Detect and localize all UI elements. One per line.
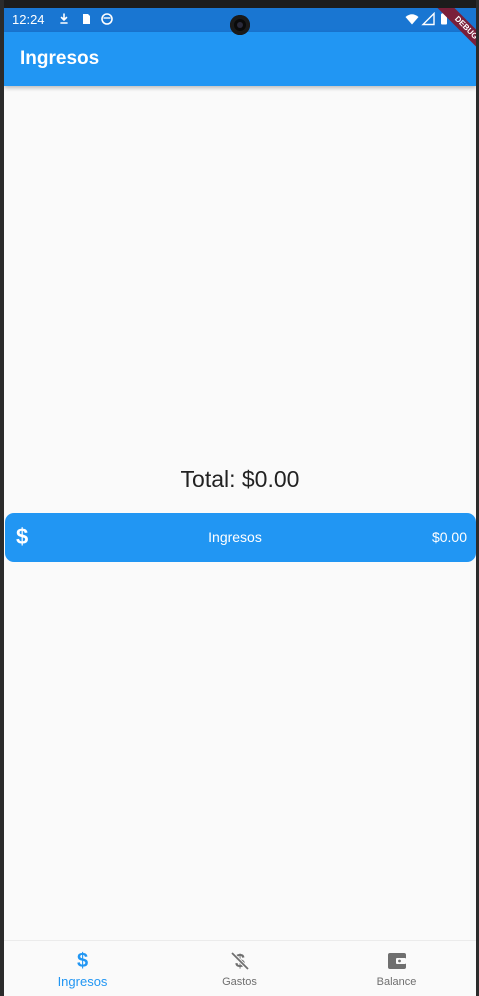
top-bezel — [4, 0, 476, 8]
download-icon — [60, 13, 68, 24]
app-bar: Ingresos — [4, 32, 476, 86]
page-title: Ingresos — [20, 48, 100, 69]
nav-label-ingresos: Ingresos — [57, 974, 108, 989]
bottom-navigation: $ Ingresos $ Gastos Balance — [4, 940, 476, 996]
nav-item-ingresos[interactable]: $ Ingresos — [4, 941, 161, 996]
front-camera — [230, 15, 250, 35]
nav-label-balance: Balance — [376, 976, 417, 988]
battery-icon — [441, 12, 447, 25]
income-card-label: Ingresos — [208, 529, 262, 545]
income-card[interactable]: $ Ingresos $0.00 — [5, 513, 476, 562]
nav-label-gastos: Gastos — [222, 976, 257, 988]
money-off-icon: $ — [161, 950, 318, 972]
signal-icon — [421, 12, 435, 26]
phone-screen: 12:24 DEBUG Ingresos Total: $0.00 $ Ingr… — [4, 0, 476, 996]
dollar-icon: $ — [76, 950, 89, 972]
wallet-icon — [318, 950, 475, 972]
wifi-icon — [405, 14, 419, 25]
nav-item-balance[interactable]: Balance — [318, 941, 475, 996]
sim-icon — [83, 14, 90, 24]
total-label: Total: $0.00 — [180, 466, 300, 492]
sync-icon — [101, 13, 113, 25]
income-card-amount: $0.00 — [431, 529, 467, 545]
status-time: 12:24 — [12, 12, 45, 27]
nav-item-gastos[interactable]: $ Gastos — [161, 941, 318, 996]
